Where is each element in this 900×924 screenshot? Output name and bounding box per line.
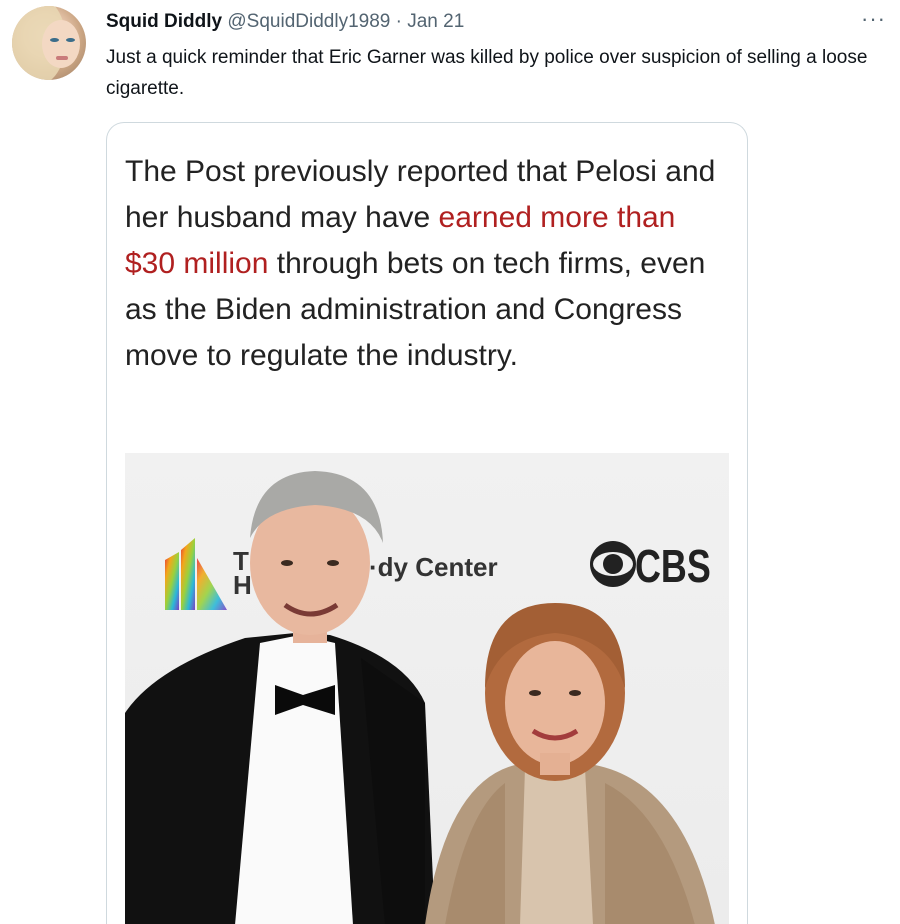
quote-text: The Post previously reported that Pelosi…	[125, 149, 725, 379]
author-name[interactable]: Squid Diddly	[106, 11, 222, 32]
tweet-header: Squid Diddly @SquidDiddly1989 · Jan 21	[106, 10, 464, 34]
header-separator: ·	[395, 11, 402, 32]
avatar[interactable]	[12, 6, 86, 80]
tweet: Squid Diddly @SquidDiddly1989 · Jan 21 ·…	[0, 0, 900, 924]
tweet-date[interactable]: Jan 21	[407, 11, 464, 32]
author-handle[interactable]: @SquidDiddly1989	[227, 11, 390, 32]
event-photo: TH ·dy Center CBS	[125, 453, 729, 924]
more-options-icon[interactable]: ···	[861, 6, 886, 32]
people-illustration	[125, 471, 715, 924]
media-card[interactable]: The Post previously reported that Pelosi…	[106, 122, 748, 924]
tweet-text: Just a quick reminder that Eric Garner w…	[106, 47, 868, 99]
